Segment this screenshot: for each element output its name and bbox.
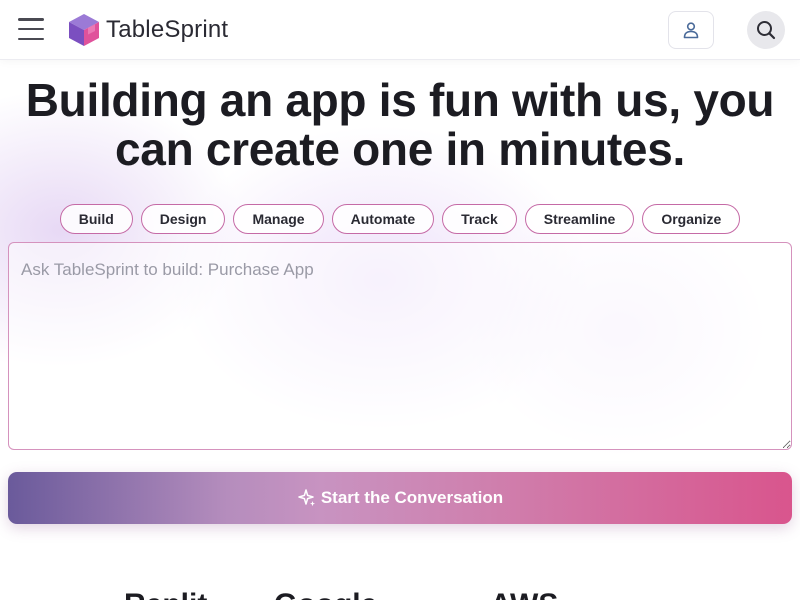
hamburger-icon xyxy=(18,18,44,21)
hamburger-menu-button[interactable] xyxy=(18,18,44,40)
start-conversation-button[interactable]: Start the Conversation xyxy=(8,472,792,524)
hero-headline-line-1: Building an app is fun with us, you xyxy=(25,74,775,126)
brand-name: TableSprint xyxy=(106,16,229,43)
chip-organize[interactable]: Organize xyxy=(642,204,741,234)
partner-logos-strip: Replit Google AWS xyxy=(0,588,800,600)
search-button[interactable] xyxy=(747,11,785,49)
cube-logo-icon xyxy=(69,14,99,46)
user-icon xyxy=(683,22,699,39)
hamburger-icon-bar xyxy=(18,37,44,40)
hero-headline-line-2: can create one in minutes. xyxy=(115,123,685,175)
top-header: TableSprint xyxy=(0,0,800,60)
chip-streamline[interactable]: Streamline xyxy=(524,204,635,234)
sparkle-icon xyxy=(298,489,315,507)
partner-replit: Replit xyxy=(124,588,207,600)
chip-manage[interactable]: Manage xyxy=(233,204,324,234)
suggestion-chips: Build Design Manage Automate Track Strea… xyxy=(0,204,800,234)
partner-aws: AWS xyxy=(490,588,558,600)
prompt-textarea[interactable] xyxy=(8,242,792,450)
chip-build[interactable]: Build xyxy=(59,204,133,234)
chip-design[interactable]: Design xyxy=(140,204,226,234)
chip-track[interactable]: Track xyxy=(442,204,517,234)
brand-logo-link[interactable]: TableSprint xyxy=(68,13,228,47)
chip-automate[interactable]: Automate xyxy=(331,204,435,234)
hero-headline: Building an app is fun with us, you can … xyxy=(0,76,800,174)
hamburger-icon-bar xyxy=(18,27,44,31)
search-icon xyxy=(757,21,776,40)
user-account-button[interactable] xyxy=(668,11,714,49)
start-conversation-label: Start the Conversation xyxy=(320,488,504,507)
partner-google: Google xyxy=(274,588,377,600)
